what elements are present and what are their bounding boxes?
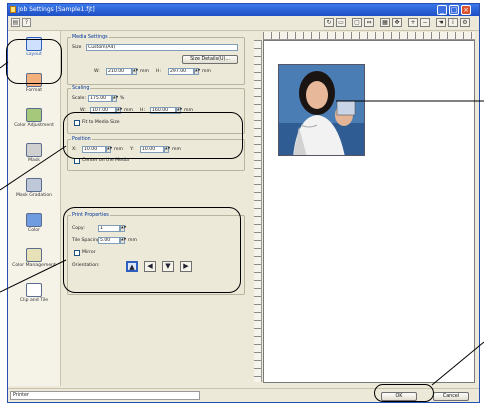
callout-lines	[0, 61, 484, 386]
